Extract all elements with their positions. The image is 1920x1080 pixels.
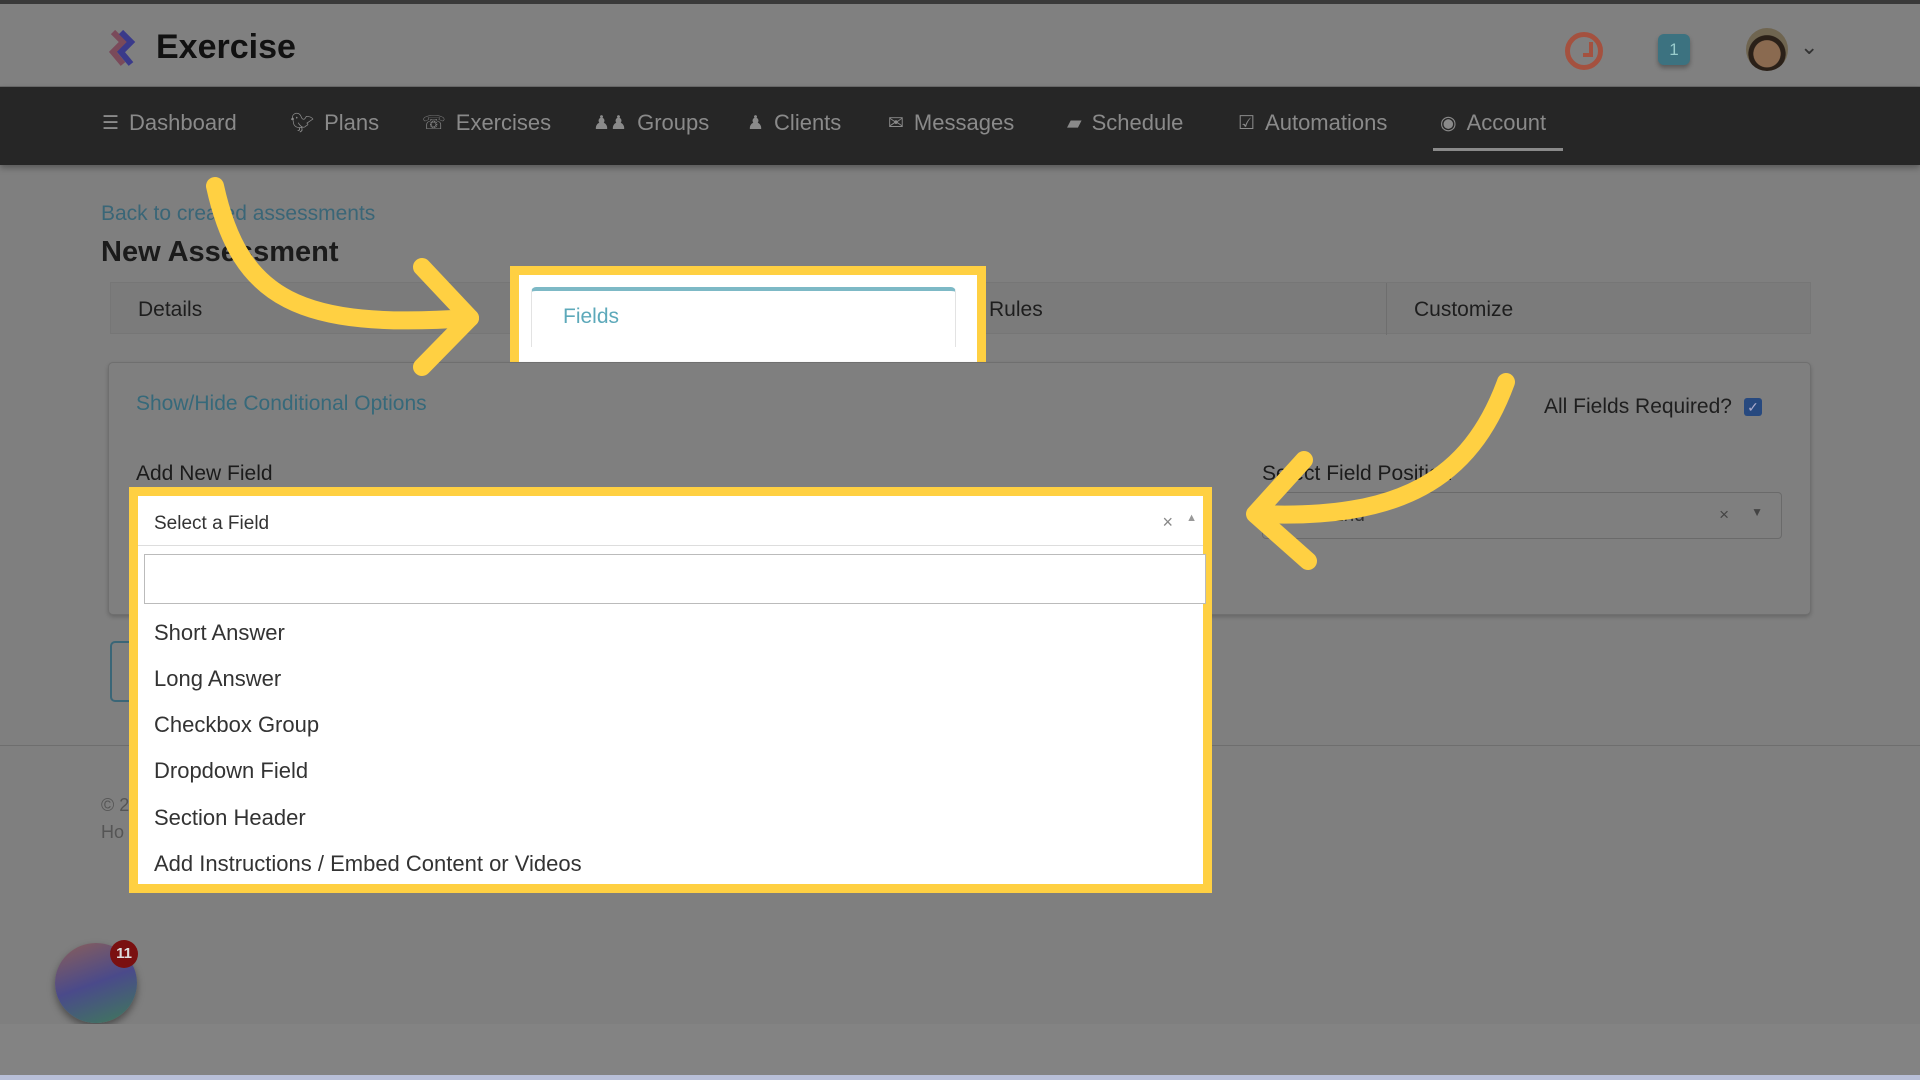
dropdown-search-input[interactable] — [144, 554, 1206, 604]
nav-exercises[interactable]: ☏ Exercises — [422, 110, 551, 136]
bottom-edge — [0, 1075, 1920, 1080]
field-position-value: End — [1331, 505, 1365, 526]
app-logo-icon[interactable] — [105, 30, 141, 68]
tab-details[interactable]: Details — [138, 298, 202, 322]
option-add-instructions[interactable]: Add Instructions / Embed Content or Vide… — [154, 851, 582, 877]
back-link[interactable]: Back to created assessments — [101, 202, 375, 226]
nav-label: Groups — [637, 110, 710, 135]
phone-icon: ☏ — [422, 112, 446, 134]
all-fields-required-label: All Fields Required? — [1544, 395, 1732, 418]
chevron-down-icon[interactable]: ⌄ — [1800, 34, 1818, 60]
copyright: © 2 — [101, 795, 130, 815]
nav-label: Dashboard — [129, 110, 237, 135]
nav-label: Schedule — [1091, 110, 1184, 135]
twitter-bird-icon: 🐦︎ — [290, 113, 315, 134]
tab-rules[interactable]: Rules — [989, 298, 1043, 322]
tab-fields-highlight[interactable]: Fields — [510, 266, 986, 372]
option-section-header[interactable]: Section Header — [154, 805, 306, 831]
nav-account[interactable]: ◉ Account — [1440, 110, 1546, 136]
nav-label: Messages — [913, 110, 1015, 135]
nav-clients[interactable]: ♟ Clients — [747, 110, 841, 136]
nav-groups[interactable]: ♟♟ Groups — [593, 110, 709, 136]
user-icon: ♟ — [747, 112, 765, 134]
add-new-field-label: Add New Field — [136, 462, 273, 485]
app-name[interactable]: Exercise — [156, 28, 296, 67]
clear-icon[interactable]: × — [1719, 505, 1729, 525]
clear-icon[interactable]: × — [1162, 512, 1173, 533]
option-long-answer[interactable]: Long Answer — [154, 666, 281, 692]
nav-label: Account — [1466, 110, 1547, 135]
clock-icon[interactable] — [1565, 32, 1603, 70]
book-icon: ▰ — [1067, 112, 1082, 134]
tab-fields-label: Fields — [563, 305, 620, 328]
main-nav: ☰ Dashboard 🐦︎ Plans ☏ Exercises ♟♟ Groups ♟… — [0, 87, 1920, 165]
avatar[interactable] — [1746, 28, 1788, 71]
list-icon: ☰ — [102, 112, 120, 134]
all-fields-required-checkbox[interactable]: ✓ — [1744, 398, 1762, 416]
nav-label: Clients — [774, 110, 842, 135]
footer: © 2 Ho — [101, 792, 129, 846]
active-nav-indicator — [1433, 148, 1563, 151]
option-short-answer[interactable]: Short Answer — [154, 620, 285, 646]
nav-automations[interactable]: ☑ Automations — [1238, 110, 1387, 136]
chat-badge: 11 — [110, 940, 138, 968]
user-circle-icon: ◉ — [1440, 112, 1457, 134]
select-placeholder: Select a Field — [154, 513, 270, 534]
notification-badge[interactable]: 1 — [1658, 34, 1690, 65]
caret-up-icon[interactable]: ▲ — [1186, 512, 1197, 524]
users-icon: ♟♟ — [593, 112, 628, 134]
option-dropdown-field[interactable]: Dropdown Field — [154, 758, 308, 784]
envelope-icon: ✉ — [888, 112, 904, 134]
field-position-select[interactable]: End × ▼ — [1262, 492, 1782, 539]
bottom-band — [0, 1024, 1920, 1075]
show-hide-conditional-link[interactable]: Show/Hide Conditional Options — [136, 392, 427, 416]
add-field-select-dropdown[interactable]: Select a Field × ▲ Short Answer Long Ans… — [129, 487, 1212, 893]
add-field-select[interactable]: Select a Field × ▲ — [138, 496, 1203, 546]
check-square-icon: ☑ — [1238, 112, 1256, 134]
tab-customize[interactable]: Customize — [1414, 298, 1513, 322]
app-header: Exercise 1 ⌄ — [0, 4, 1920, 87]
footer-link[interactable]: Ho — [101, 819, 129, 846]
tab-divider — [1386, 283, 1387, 335]
nav-label: Automations — [1265, 110, 1388, 135]
nav-label: Plans — [324, 110, 380, 135]
nav-label: Exercises — [455, 110, 552, 135]
nav-dashboard[interactable]: ☰ Dashboard — [102, 110, 237, 136]
field-position-label: Select Field Position — [1262, 462, 1453, 485]
caret-down-icon[interactable]: ▼ — [1751, 505, 1763, 519]
page-title: New Assessment — [101, 236, 339, 268]
option-checkbox-group[interactable]: Checkbox Group — [154, 712, 319, 738]
nav-schedule[interactable]: ▰ Schedule — [1067, 110, 1183, 136]
nav-plans[interactable]: 🐦︎ Plans — [290, 110, 379, 136]
nav-messages[interactable]: ✉ Messages — [888, 110, 1014, 136]
